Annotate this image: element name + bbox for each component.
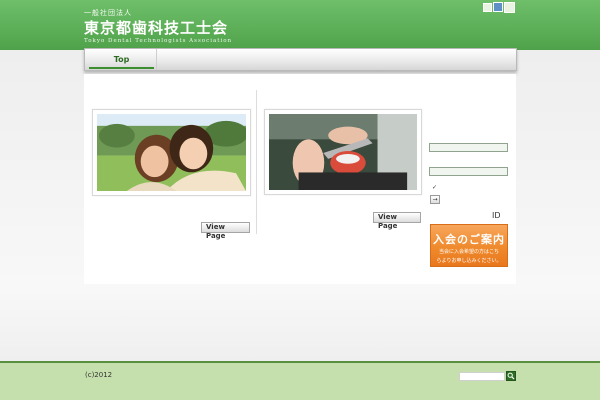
id-label: ID: [492, 211, 501, 220]
copyright-text: (c)2012: [85, 371, 113, 379]
org-type-label: 一般社団法人: [84, 9, 132, 17]
feature-photo-frame-1[interactable]: [92, 109, 251, 196]
font-size-small-button[interactable]: [483, 3, 492, 12]
font-size-switcher: [483, 2, 515, 13]
banner-text-1: 当会に入会希望の方はこち: [438, 249, 499, 255]
remember-checkbox[interactable]: ✓: [431, 184, 438, 191]
banner-title: 入会のご案内: [433, 233, 505, 246]
view-page-button-1[interactable]: View Page: [201, 222, 250, 240]
banner-text-2: らよりお申し込みください。: [436, 258, 502, 264]
dental-work-photo: [269, 114, 417, 190]
main-content: View Page View Page ✓ → ID 入会のご案内 当会に入会希…: [84, 74, 516, 284]
login-submit-button[interactable]: →: [430, 195, 440, 204]
feature-photo-frame-2[interactable]: [264, 109, 422, 195]
search-input[interactable]: [459, 372, 505, 381]
login-password-input[interactable]: [429, 167, 508, 176]
column-divider: [256, 90, 257, 234]
search-icon: [507, 372, 515, 380]
main-nav: Top: [84, 48, 517, 71]
family-photo: [97, 114, 246, 191]
view-page-button-2[interactable]: View Page: [373, 212, 421, 230]
org-name-en: Tokyo Dental Technologists Association: [84, 38, 233, 44]
membership-banner[interactable]: 入会のご案内 当会に入会希望の方はこち らよりお申し込みください。: [430, 224, 508, 267]
font-size-large-button[interactable]: [504, 2, 515, 13]
font-size-medium-button[interactable]: [493, 2, 503, 12]
org-name: 東京都歯科技工士会: [84, 19, 229, 37]
login-id-input[interactable]: [429, 143, 508, 152]
nav-item-top[interactable]: Top: [87, 49, 157, 70]
site-logo[interactable]: 一般社団法人 東京都歯科技工士会 Tokyo Dental Technologi…: [84, 8, 232, 44]
search-button[interactable]: [506, 371, 516, 381]
